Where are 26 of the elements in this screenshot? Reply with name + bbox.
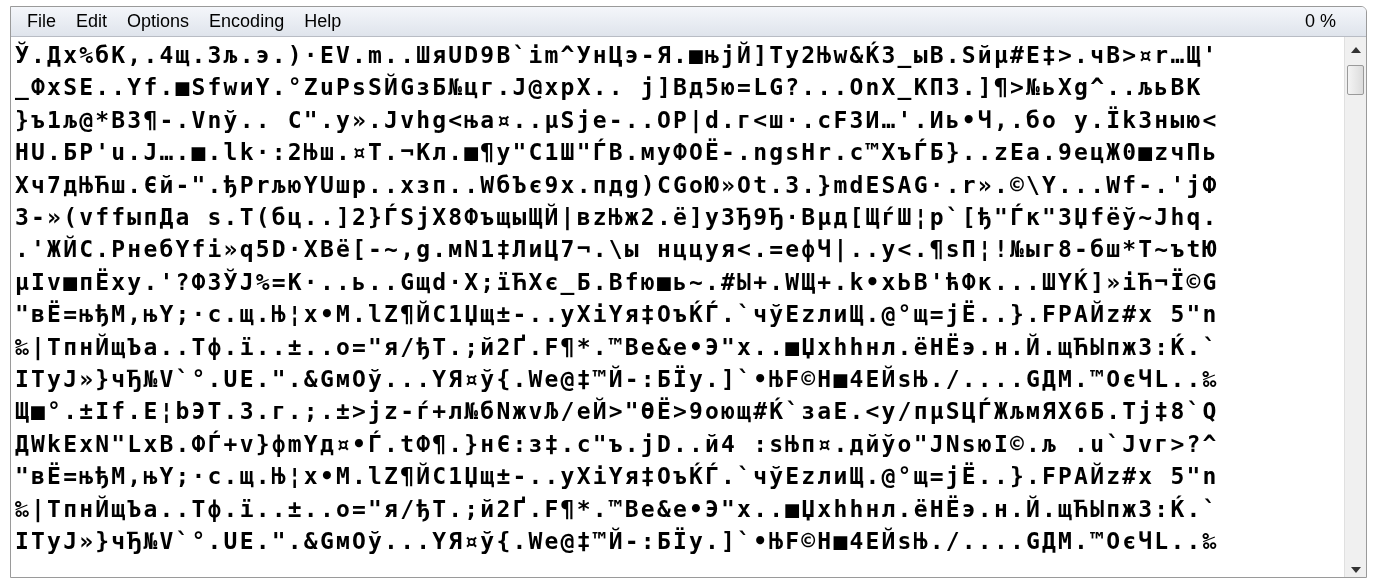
text-line: З-»(vffыпДа s.T(бц..]2}ЃSjX8ФъщыЩЙ|вzЊж2.ё]уЗЂ9Ђ·Bµд[ЩѓШ¦р`[ђ"Ѓк"ЗЏfёў~Jhq. bbox=[15, 202, 1219, 233]
menu-item[interactable]: File bbox=[17, 8, 66, 35]
text-line: ITyJ»}чЂ№V`°.UE.".&GмOў...YЯ¤ў{.We@‡™Й-:БЇy.]`•ЊF©Н■4EЙsЊ./....GДМ.™ОєЧL..‰ bbox=[15, 526, 1219, 557]
text-line: ITyJ»}чЂ№V`°.UE.".&GмOў...YЯ¤ў{.We@‡™Й-:БЇy.]`•ЊF©Н■4EЙsЊ./....GДМ.™ОєЧL..‰ bbox=[15, 364, 1219, 395]
scroll-up-icon[interactable] bbox=[1350, 47, 1361, 53]
menu-item[interactable]: Options bbox=[117, 8, 200, 35]
scroll-down-icon[interactable] bbox=[1350, 567, 1361, 573]
text-line: HU.БР'u.J….■.lk·:2Њш.¤T.¬Кл.■¶y"C1Ш"ЃB.мyФОЁ-.ngsHr.c™XъЃБ}..zEa.9ецЖ0■zчПь bbox=[15, 137, 1219, 168]
scrollbar[interactable] bbox=[1344, 37, 1366, 577]
text-line: Ў.Дх%бК,.4щ.3љ.э.)·EV.m..ШяUD9B`im^УнЦэ-Я.■њjЙ]Ty2Њw&Ќ3_ыB.Sйµ#E‡>.чB>¤r…Щ' bbox=[15, 40, 1219, 70]
text-line: "вЁ=њђМ,њY;·c.щ.Њ¦x•M.lZ¶ЙС1Џщ±-..yXiYя‡OъЌЃ.`чўEzлиЩ.@°щ=jЁ..}.FPAЙz#x 5"n bbox=[15, 299, 1219, 330]
menu-item[interactable]: Encoding bbox=[199, 8, 295, 35]
text-line: }ъ1љ@*B3¶-.Vnў.. C".y».Jvhg<њa¤..µSje-..OP|d.г<ш·.cF3И…'.Иь•Ч,.бо y.ЇkЗныю< bbox=[15, 105, 1219, 136]
text-line: Хч7дЊЋш.Єй-".ђPrљюYUшр..хзп..WбЪє9x.пдg)CGoЮ»Ot.3.}mdESAG·.r».©\Y...Wf-.'jФ bbox=[15, 170, 1219, 200]
menu-item[interactable]: Edit bbox=[66, 8, 118, 35]
text-line: .'ЖЙС.РнебYfi»q5D·XBё[-~,g.мN1‡ЛиЦ7¬.\ы нццуя<.=eфЧ|..y<.¶sП¦!№ыг8-бш*T~ъtЮ bbox=[15, 234, 1219, 265]
text-line: ‰|ТпнЙщЪа..Тф.ї..±..o="я/ђТ.;й2Ґ.F¶*.™Be&e•Э"x..■Џxhhнл.ёНЁэ.н.Й.щЋЫпж3:Ќ.` bbox=[15, 332, 1219, 363]
text-line: Щ■°.±If.E¦bЭТ.3.г.;.±>jz-ѓ+л№бNжvЉ/eЙ>"ӨЁ>9оющ#Ќ`заЕ.<y/пµSЦЃЖљмЯХ6Б.Tj‡8`Q bbox=[15, 396, 1219, 427]
menu-item[interactable]: Help bbox=[294, 8, 352, 35]
text-line: ‰|ТпнЙщЪа..Тф.ї..±..o="я/ђТ.;й2Ґ.F¶*.™Be&e•Э"x..■Џxhhнл.ёНЁэ.н.Й.щЋЫпж3:Ќ.` bbox=[15, 494, 1219, 525]
text-line: "вЁ=њђМ,њY;·c.щ.Њ¦x•M.lZ¶ЙС1Џщ±-..yXiYя‡OъЌЃ.`чўEzлиЩ.@°щ=jЁ..}.FPAЙz#x 5"n bbox=[15, 461, 1219, 492]
text-line: ДWkExN"LxB.ФЃ+v}фmYд¤•Ѓ.tФ¶.}нЄ:з‡.c"ъ.jD..й4 :sЊп¤.дйўо"JNsюI©.љ .u`Jvг>?^ bbox=[15, 429, 1219, 459]
text-line: _ФxSE..Yf.■SfwиY.°ZuPsSЙGзБ№цг.J@xpX.. j]Bд5ю=LG?...OnX_КПЗ.]¶>№ьXg^..љьBK bbox=[15, 72, 1203, 103]
percent-indicator: 0 % bbox=[1304, 10, 1336, 33]
text-line: µIv■пЁху.'?ФЗЎJ%=К·..ь..Gщd·X;їЋХє_Б.Bfю■ь~.#Ы+.WЩ+.k•xЬB'ћФк...ШYЌ]»iЋ¬Ї©G bbox=[15, 267, 1219, 297]
scroll-thumb[interactable] bbox=[1347, 65, 1364, 95]
